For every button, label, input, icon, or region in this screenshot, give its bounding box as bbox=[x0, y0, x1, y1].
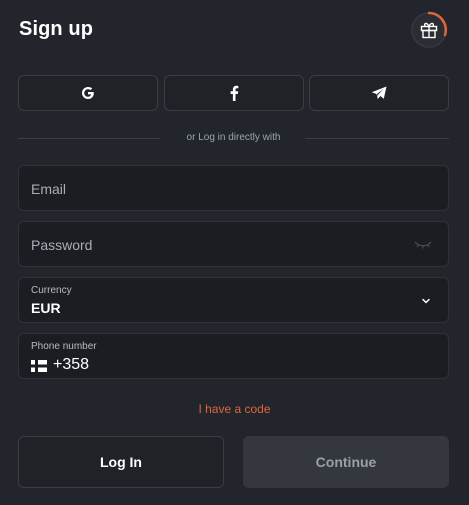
divider-line-right bbox=[305, 138, 449, 139]
gift-button[interactable] bbox=[409, 10, 449, 50]
google-icon bbox=[82, 87, 94, 99]
have-code-link[interactable]: I have a code bbox=[0, 402, 469, 416]
password-placeholder: Password bbox=[31, 237, 93, 253]
email-placeholder: Email bbox=[31, 181, 67, 197]
phone-field[interactable]: Phone number +358 bbox=[18, 333, 449, 379]
chevron-down-icon bbox=[422, 298, 430, 304]
signup-panel: Sign up or Log in directly with Email Pa… bbox=[0, 0, 469, 505]
password-field[interactable]: Password bbox=[18, 221, 449, 267]
currency-select[interactable]: Currency EUR bbox=[18, 277, 449, 323]
telegram-login-button[interactable] bbox=[309, 75, 449, 111]
currency-label: Currency bbox=[31, 285, 72, 296]
telegram-icon bbox=[371, 86, 387, 99]
phone-label: Phone number bbox=[31, 341, 97, 352]
page-title: Sign up bbox=[19, 18, 94, 40]
eye-closed-icon[interactable] bbox=[414, 240, 432, 250]
continue-button[interactable]: Continue bbox=[243, 436, 449, 488]
login-button[interactable]: Log In bbox=[18, 436, 224, 488]
finland-flag-icon[interactable] bbox=[31, 360, 47, 372]
phone-code: +358 bbox=[53, 356, 90, 373]
facebook-login-button[interactable] bbox=[164, 75, 304, 111]
google-login-button[interactable] bbox=[18, 75, 158, 111]
gift-icon bbox=[420, 22, 438, 39]
currency-value: EUR bbox=[31, 300, 61, 316]
facebook-icon bbox=[230, 85, 239, 101]
divider: or Log in directly with bbox=[18, 131, 449, 145]
email-field[interactable]: Email bbox=[18, 165, 449, 211]
